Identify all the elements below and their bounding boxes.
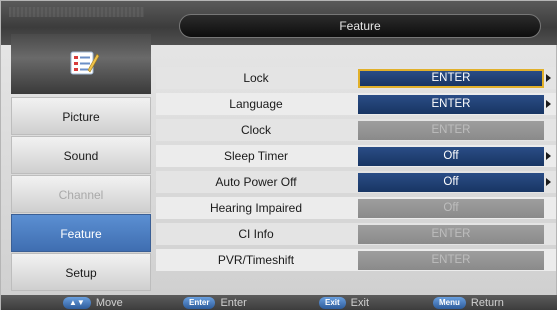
setting-label: CI Info (238, 227, 274, 241)
list-item[interactable]: Auto Power Off Off (156, 171, 556, 193)
hint-label: Return (470, 297, 504, 309)
chevron-right-icon (546, 100, 551, 108)
tv-menu-window: Feature Picture Sound Channel Feature Se… (0, 0, 557, 310)
list-item[interactable]: PVR/Timeshift ENTER (156, 249, 556, 271)
setting-label: PVR/Timeshift (217, 253, 295, 267)
setting-value[interactable]: ENTER (358, 251, 544, 270)
hint-label: Move (95, 297, 123, 309)
hint-exit: Exit Exit (319, 296, 369, 310)
list-item[interactable]: Lock ENTER (156, 67, 556, 89)
list-item[interactable]: Clock ENTER (156, 119, 556, 141)
setting-value[interactable]: Off (358, 147, 544, 166)
setting-label: Lock (243, 71, 269, 85)
sidebar-item-sound[interactable]: Sound (11, 136, 151, 174)
checklist-pencil-icon (70, 51, 99, 75)
setting-label: Auto Power Off (215, 175, 297, 189)
setting-value[interactable]: ENTER (358, 225, 544, 244)
hint-enter: Enter Enter (183, 296, 247, 310)
menu-key-icon: Menu (433, 297, 466, 309)
title-bar-texture (9, 7, 144, 17)
hint-move: ▲▼ Move (63, 296, 123, 310)
setting-label: Clock (240, 123, 271, 137)
setting-label: Sleep Timer (223, 149, 289, 163)
list-item[interactable]: Language ENTER (156, 93, 556, 115)
sidebar-item-setup[interactable]: Setup (11, 253, 151, 291)
setting-value[interactable]: ENTER (358, 69, 544, 88)
setting-value[interactable]: ENTER (358, 95, 544, 114)
category-icon-panel (11, 34, 151, 94)
setting-label: Hearing Impaired (209, 201, 303, 215)
exit-key-icon: Exit (319, 297, 346, 309)
sidebar-item-feature[interactable]: Feature (11, 214, 151, 252)
setting-value[interactable]: Off (358, 199, 544, 218)
chevron-right-icon (546, 178, 551, 186)
hint-label: Enter (220, 297, 247, 309)
sidebar-item-channel[interactable]: Channel (11, 175, 151, 213)
setting-value[interactable]: Off (358, 173, 544, 192)
chevron-right-icon (546, 152, 551, 160)
feature-settings-list: Lock ENTER Language ENTER Clock ENTER Sl… (156, 45, 556, 295)
arrow-keys-icon: ▲▼ (63, 297, 91, 309)
setting-label: Language (229, 97, 283, 111)
chevron-right-icon (546, 74, 551, 82)
key-hint-bar: ▲▼ Move Enter Enter Exit Exit Menu Retur… (1, 295, 557, 310)
enter-key-icon: Enter (183, 297, 216, 309)
category-sidebar: Picture Sound Channel Feature Setup (11, 97, 151, 293)
page-title: Feature (179, 14, 541, 38)
hint-label: Exit (350, 297, 370, 309)
list-item[interactable]: Sleep Timer Off (156, 145, 556, 167)
sidebar-item-picture[interactable]: Picture (11, 97, 151, 135)
list-item[interactable]: CI Info ENTER (156, 223, 556, 245)
hint-return: Menu Return (433, 296, 504, 310)
list-item[interactable]: Hearing Impaired Off (156, 197, 556, 219)
setting-value[interactable]: ENTER (358, 121, 544, 140)
